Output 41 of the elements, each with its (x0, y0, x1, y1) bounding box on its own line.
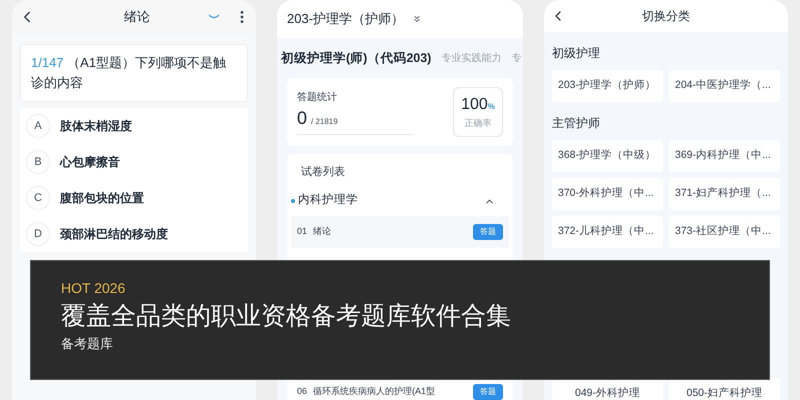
option-text[interactable]: 心包摩擦音 (60, 153, 120, 171)
accuracy-label: 正确率 (464, 117, 492, 130)
category-chip[interactable]: 370-外科护理（中... (552, 178, 663, 210)
total-count: / 21819 (311, 116, 338, 128)
category-chip[interactable]: 368-护理学（中级） (552, 140, 663, 172)
category-tab[interactable]: 初级护理学(师)（代码203) (281, 48, 432, 68)
category-chip[interactable]: 369-内科护理（中... (669, 140, 780, 172)
paper-name: 绪论 (313, 225, 332, 238)
section-title: 主管护师 (552, 115, 601, 132)
category-chip[interactable]: 371-妇产科护理（... (669, 178, 780, 210)
list-title: 试卷列表 (300, 165, 346, 180)
section-title: 初级护理 (552, 45, 601, 62)
option-letter[interactable]: D (26, 222, 50, 246)
screen-title: 切换分类 (641, 8, 691, 25)
banner-title: 覆盖全品类的职业资格备考题库软件合集 (61, 300, 512, 332)
category-chip[interactable]: 050-妇产科护理 (669, 378, 780, 400)
option-letter[interactable]: B (26, 150, 50, 174)
paper-name: 循环系统疾病病人的护理(A1型 (313, 385, 436, 398)
paper-number: 01 (297, 225, 308, 238)
option-letter[interactable]: A (26, 114, 50, 138)
category-chip[interactable]: 373-社区护理（中... (669, 216, 780, 248)
option-letter[interactable]: C (26, 186, 50, 210)
category-chip[interactable]: 049-外科护理 (552, 378, 663, 400)
accuracy-value: 100 (461, 95, 488, 116)
screen-title: 绪论 (123, 8, 151, 26)
group-title[interactable]: 内科护理学 (298, 192, 484, 210)
banner-subtitle: 备考题库 (61, 335, 114, 353)
category-chip[interactable]: 203-护理学（护师） (552, 70, 663, 102)
option-text[interactable]: 腹部包块的位置 (60, 189, 144, 207)
stats-label: 答题统计 (297, 90, 338, 104)
paper-number: 06 (297, 385, 308, 398)
question-text: 1/147 （A1型题）下列哪项不是触诊的内容 (31, 54, 228, 92)
banner-tag: HOT 2026 (61, 279, 739, 297)
answered-count: 0 (297, 106, 308, 130)
percent-sign: % (488, 101, 495, 114)
option-text[interactable]: 颈部淋巴结的移动度 (60, 225, 168, 243)
category-chip[interactable]: 372-儿科护理（中... (552, 216, 663, 248)
chevron-down-icon[interactable] (412, 14, 422, 24)
option-text[interactable]: 肢体末梢湿度 (60, 117, 132, 135)
category-chip[interactable]: 204-中医护理学（... (669, 70, 780, 102)
paper-row[interactable]: 01 绪论 答题 (291, 216, 509, 248)
